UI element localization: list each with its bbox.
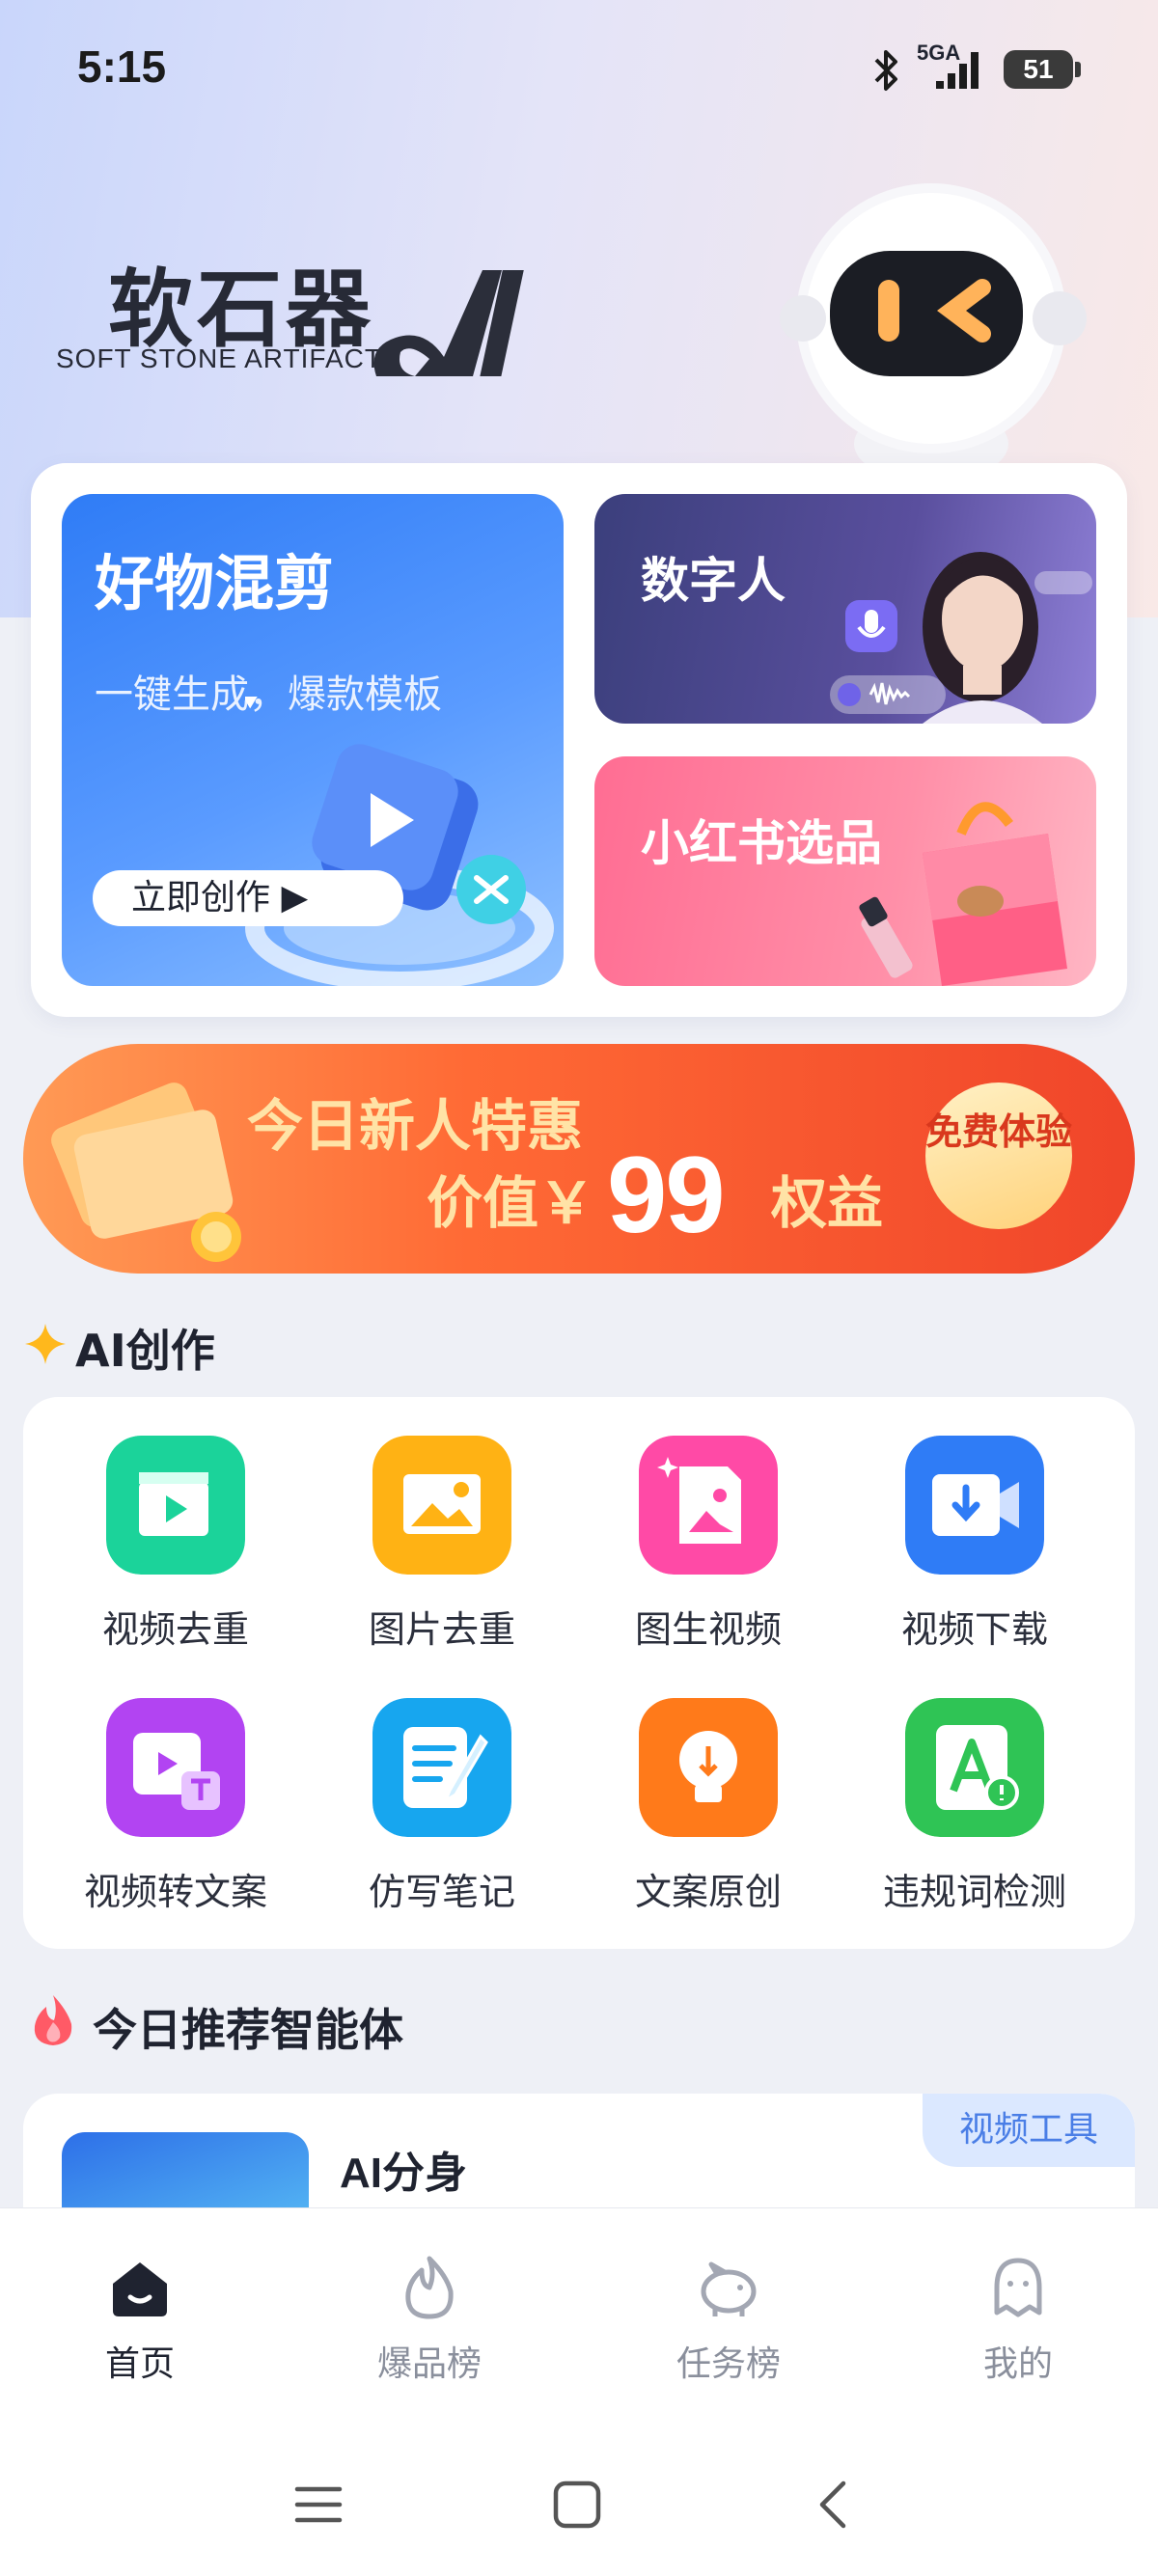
tile-product-mix[interactable]: 好物混剪 一键生成，爆款模板 立即创作 ▶ — [62, 494, 564, 986]
nav-home[interactable]: 首页 — [43, 2255, 236, 2390]
free-trial-button[interactable]: 免费体验 — [925, 1082, 1072, 1229]
tool-label: 视频下载 — [900, 1608, 1048, 1651]
tool-image-dedup[interactable]: 图片去重 — [326, 1397, 558, 1651]
fire-icon — [34, 1995, 72, 2045]
new-user-promo-banner[interactable]: 今日新人特惠 价值￥ 99 权益 免费体验 — [23, 1044, 1135, 1274]
recommend-card[interactable]: AI分身 视频工具 — [23, 2094, 1135, 2209]
tool-label: 文案原创 — [634, 1871, 782, 1913]
robot-mascot-icon — [780, 183, 1087, 463]
tile-mix-title: 好物混剪 — [95, 548, 335, 618]
home-icon — [113, 2262, 167, 2316]
nav-label: 爆品榜 — [376, 2344, 482, 2384]
image-to-video-icon — [639, 1436, 778, 1575]
status-bar: 5:15 5GA 51 — [0, 0, 1158, 145]
signal-bars-icon — [936, 52, 979, 89]
promo-value-prefix: 价值￥ — [427, 1170, 595, 1236]
video-to-text-icon — [106, 1698, 245, 1837]
tile-xhs-title: 小红书选品 — [641, 815, 882, 871]
brand-ai-logo: AI — [373, 270, 524, 376]
tool-original-copy[interactable]: 文案原创 — [593, 1659, 824, 1913]
video-edit-illustration-icon — [245, 697, 554, 986]
shopping-bag-icon — [859, 802, 1067, 986]
digital-human-avatar-icon — [830, 552, 1092, 724]
tile-xiaohongshu-picks[interactable]: 小红书选品 — [594, 756, 1096, 986]
promo-amount: 99 — [607, 1135, 726, 1255]
battery-indicator: 51 — [1004, 50, 1081, 89]
nav-profile[interactable]: 我的 — [922, 2255, 1115, 2390]
profile-face-icon — [994, 2258, 1042, 2317]
coupon-ticket-icon — [51, 1082, 241, 1262]
tile-digital-human-title: 数字人 — [641, 553, 786, 609]
flame-icon — [405, 2256, 454, 2319]
tool-video-dedup[interactable]: 视频去重 — [60, 1397, 291, 1651]
tool-rewrite-note[interactable]: 仿写笔记 — [326, 1659, 558, 1913]
tool-video-download[interactable]: 视频下载 — [859, 1397, 1090, 1651]
ai-creation-title: AI创作 — [75, 1325, 215, 1377]
note-edit-icon — [372, 1698, 511, 1837]
menu-icon[interactable] — [291, 2478, 345, 2532]
recommend-title: 今日推荐智能体 — [93, 2004, 403, 2056]
nav-label: 首页 — [104, 2344, 175, 2384]
create-now-button[interactable]: 立即创作 ▶ — [93, 870, 403, 926]
signal-indicator: 5GA — [917, 39, 994, 93]
tool-label: 视频去重 — [101, 1608, 249, 1651]
brand-english-name: SOFT STONE ARTIFACT — [56, 343, 382, 373]
promo-headline: 今日新人特惠 — [247, 1093, 584, 1159]
ai-tools-grid: 视频去重 图片去重 图生视频 视频下载 视频转文案 仿写笔记 文案原创 违规词检… — [23, 1397, 1135, 1949]
image-icon — [372, 1436, 511, 1575]
tool-label: 违规词检测 — [882, 1871, 1066, 1913]
piggy-bank-icon — [701, 2261, 757, 2316]
tool-image-to-video[interactable]: 图生视频 — [593, 1397, 824, 1651]
tool-label: 图片去重 — [368, 1608, 515, 1651]
nav-tasks[interactable]: 任务榜 — [632, 2255, 825, 2390]
lightbulb-icon — [639, 1698, 778, 1837]
word-check-icon — [905, 1698, 1044, 1837]
video-clapper-icon — [106, 1436, 245, 1575]
video-download-icon — [905, 1436, 1044, 1575]
tool-video-to-text[interactable]: 视频转文案 — [60, 1659, 291, 1913]
recommend-item-tag: 视频工具 — [923, 2094, 1135, 2167]
tool-label: 图生视频 — [634, 1608, 782, 1651]
bluetooth-icon — [874, 50, 897, 91]
nav-hot-products[interactable]: 爆品榜 — [333, 2255, 526, 2390]
tool-label: 视频转文案 — [83, 1871, 267, 1913]
tool-label: 仿写笔记 — [368, 1871, 515, 1913]
sparkle-icon — [25, 1324, 66, 1364]
back-icon[interactable] — [807, 2478, 861, 2532]
bottom-nav: 首页 爆品榜 任务榜 我的 — [0, 2207, 1158, 2431]
promo-value-suffix: 权益 — [771, 1170, 884, 1236]
status-time: 5:15 — [77, 41, 167, 92]
tile-digital-human[interactable]: 数字人 — [594, 494, 1096, 724]
recommend-item-name: AI分身 — [340, 2150, 467, 2197]
recommend-thumbnail — [62, 2132, 309, 2209]
nav-label: 任务榜 — [676, 2344, 781, 2384]
system-nav-bar — [0, 2431, 1158, 2576]
nav-label: 我的 — [982, 2344, 1053, 2384]
tool-banned-word-check[interactable]: 违规词检测 — [859, 1659, 1090, 1913]
home-square-icon[interactable] — [550, 2478, 604, 2532]
